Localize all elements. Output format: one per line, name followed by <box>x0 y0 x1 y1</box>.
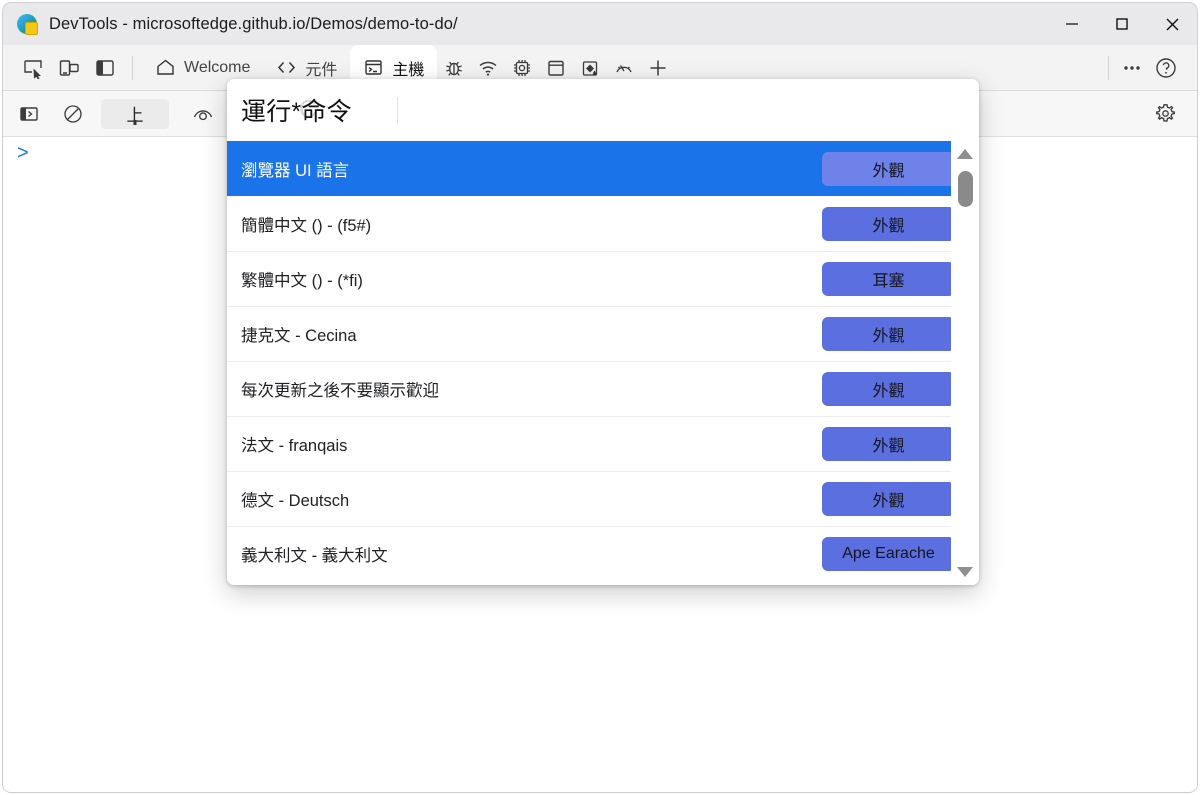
title-bar: DevTools - microsoftedge.github.io/Demos… <box>3 3 1197 45</box>
command-menu-item-badge: 外觀 <box>822 317 955 351</box>
scroll-down-icon[interactable] <box>951 559 979 585</box>
command-menu-item-badge: Ape Earache <box>822 537 955 571</box>
command-menu-dialog: C 運行*命令 瀏覽器 UI 語言 外觀 簡體中文 () - (f5#) 外觀 … <box>227 79 979 585</box>
command-menu-item[interactable]: 瀏覽器 UI 語言 外觀 <box>227 141 979 196</box>
inspect-element-icon[interactable] <box>15 50 51 86</box>
command-menu-item[interactable]: 繁體中文 () - (*fi) 耳塞 <box>227 251 979 306</box>
command-menu-item-label: 繁體中文 () - (*fi) <box>241 272 363 290</box>
command-menu-item[interactable]: 義大利文 - 義大利文 Ape Earache <box>227 526 979 581</box>
home-icon <box>155 57 176 78</box>
command-menu-item-label: 簡體中文 () - (f5#) <box>241 217 372 235</box>
scrollbar-track[interactable] <box>951 167 979 559</box>
command-menu-caret <box>397 97 398 123</box>
customize-devtools-icon[interactable] <box>1115 45 1149 91</box>
tab-welcome-label: Welcome <box>184 58 251 76</box>
command-menu-item[interactable]: 德文 - Deutsch 外觀 <box>227 471 979 526</box>
device-emulation-icon[interactable] <box>51 50 87 86</box>
minimize-icon[interactable] <box>1047 3 1097 45</box>
command-menu-item-label: 捷克文 - Cecina <box>241 327 357 345</box>
command-menu-item[interactable]: 簡體中文 () - (f5#) 外觀 <box>227 196 979 251</box>
command-menu-item-badge: 外觀 <box>822 427 955 461</box>
command-menu-query-suffix: 命令 <box>301 98 352 126</box>
toolbar-divider-right <box>1108 55 1109 80</box>
gear-icon[interactable] <box>1147 99 1183 129</box>
help-icon[interactable] <box>1149 45 1183 91</box>
scrollbar-thumb[interactable] <box>958 171 973 207</box>
clear-console-icon[interactable] <box>55 99 91 129</box>
window-title: DevTools - microsoftedge.github.io/Demos… <box>49 14 458 33</box>
command-menu-item-badge: 耳塞 <box>822 262 955 296</box>
tab-elements-label: 元件 <box>305 61 338 79</box>
console-sidebar-icon[interactable] <box>11 99 47 129</box>
edge-devtools-icon <box>17 14 38 35</box>
tab-console-label: 主機 <box>392 61 425 79</box>
live-expression-icon[interactable] <box>185 99 221 129</box>
code-icon <box>276 57 297 78</box>
console-level-filter[interactable]: 上 <box>101 98 169 129</box>
command-menu-item-label: 瀏覽器 UI 語言 <box>241 161 350 180</box>
command-menu-item[interactable]: 法文 - franqais 外觀 <box>227 416 979 471</box>
command-menu-item-label: 每次更新之後不要顯示歡迎 <box>241 382 439 400</box>
command-menu-item[interactable]: 捷克文 - Cecina 外觀 <box>227 306 979 361</box>
command-menu-item-label: 法文 - franqais <box>241 437 348 455</box>
scroll-up-icon[interactable] <box>951 141 979 167</box>
command-menu-scrollbar[interactable] <box>951 141 979 585</box>
devtools-window: DevTools - microsoftedge.github.io/Demos… <box>2 2 1198 793</box>
console-icon <box>363 57 384 78</box>
console-prompt-icon: > <box>17 142 29 164</box>
window-controls <box>1047 3 1197 45</box>
command-menu-item[interactable]: 每次更新之後不要顯示歡迎 外觀 <box>227 361 979 416</box>
dock-side-icon[interactable] <box>87 50 123 86</box>
command-menu-item-badge: 外觀 <box>822 372 955 406</box>
command-menu-header[interactable]: C 運行*命令 <box>227 79 979 141</box>
command-menu-item-label: 義大利文 - 義大利文 <box>241 547 388 565</box>
command-menu-item-badge: 外觀 <box>822 482 955 516</box>
command-menu-query: 運行* <box>241 98 302 126</box>
command-menu-input[interactable]: 運行*命令 <box>241 92 352 128</box>
command-menu-item-label: 德文 - Deutsch <box>241 492 350 510</box>
toolbar-divider <box>132 55 133 80</box>
command-menu-list: 瀏覽器 UI 語言 外觀 簡體中文 () - (f5#) 外觀 繁體中文 () … <box>227 141 979 585</box>
command-menu-item-badge: 外觀 <box>822 207 955 241</box>
close-icon[interactable] <box>1147 3 1197 45</box>
command-menu-item-badge: 外觀 <box>822 151 955 186</box>
maximize-icon[interactable] <box>1097 3 1147 45</box>
console-level-filter-label: 上 <box>126 106 144 125</box>
